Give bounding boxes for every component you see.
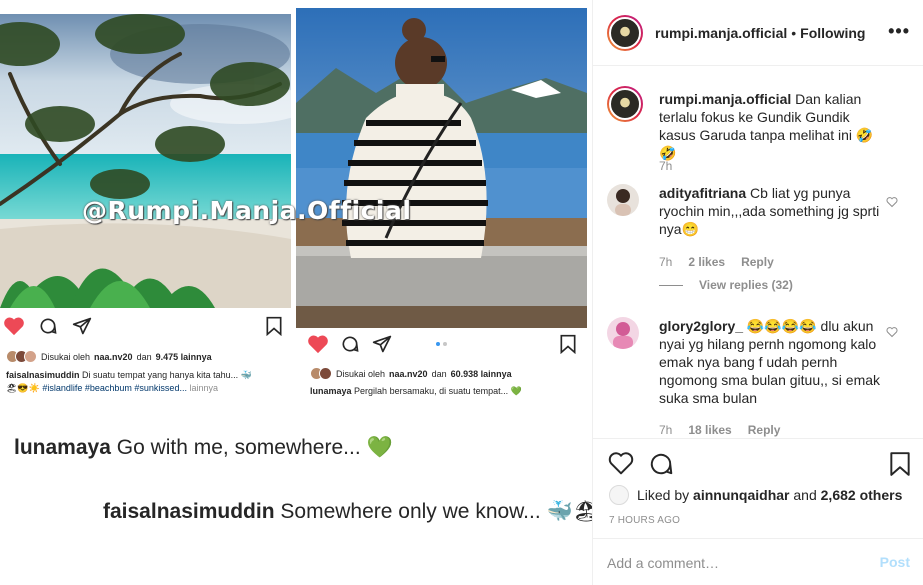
liked-by-and: dan bbox=[136, 351, 152, 362]
comment-item: glory2glory_ 😂😂😂😂 dlu akun nyai yg hilan… bbox=[607, 317, 912, 437]
big-comment-user: faisalnasimuddin bbox=[103, 500, 275, 523]
liked-by-user: naa.nv20 bbox=[94, 351, 133, 362]
comment-time: 7h bbox=[659, 423, 673, 437]
post-header: rumpi.manja.official • Following ••• bbox=[593, 0, 923, 66]
commenter-avatar[interactable] bbox=[607, 184, 639, 216]
view-replies-button[interactable]: View replies (32) bbox=[659, 278, 793, 292]
carousel-dots-icon bbox=[436, 342, 447, 346]
post-image[interactable]: @Rumpi.Manja.Official Disukai oleh naa.n… bbox=[0, 0, 592, 585]
liker-avatars bbox=[6, 350, 37, 363]
following-button[interactable]: Following bbox=[800, 25, 865, 41]
comment-meta: 7h 18 likes Reply bbox=[659, 423, 780, 437]
right-post-actions bbox=[307, 334, 579, 360]
liked-by-count: 60.938 lainnya bbox=[450, 368, 512, 379]
big-comment-1: lunamaya Go with me, somewhere... 💚 bbox=[14, 436, 393, 460]
caption-user: lunamaya bbox=[310, 386, 352, 396]
comments-list[interactable]: rumpi.manja.official Dan kalian terlalu … bbox=[593, 67, 923, 437]
comment-username[interactable]: glory2glory_ bbox=[659, 318, 743, 334]
header-separator: • bbox=[791, 24, 797, 41]
add-comment-bar: Post bbox=[593, 538, 923, 585]
liked-by-and: dan bbox=[431, 368, 447, 379]
replies-divider bbox=[659, 284, 683, 286]
share-icon bbox=[372, 335, 392, 353]
liked-by: Liked by ainnunqaidhar and 2,682 others bbox=[609, 485, 902, 505]
heart-icon bbox=[4, 317, 24, 336]
comment-time: 7h bbox=[659, 255, 673, 269]
view-replies-label: View replies (32) bbox=[699, 278, 793, 292]
author-username[interactable]: rumpi.manja.official bbox=[655, 25, 787, 41]
bookmark-icon bbox=[266, 316, 282, 336]
post-timestamp[interactable]: 7 HOURS AGO bbox=[609, 515, 680, 526]
big-comment-user: lunamaya bbox=[14, 436, 111, 459]
heart-icon bbox=[308, 335, 328, 354]
author-avatar[interactable] bbox=[607, 14, 643, 51]
post-caption: rumpi.manja.official Dan kalian terlalu … bbox=[607, 86, 912, 186]
comment-body: glory2glory_ 😂😂😂😂 dlu akun nyai yg hilan… bbox=[659, 317, 884, 407]
right-post-caption: lunamaya Pergilah bersamaku, di suatu te… bbox=[310, 386, 522, 397]
liker-avatar[interactable] bbox=[609, 485, 629, 505]
bookmark-icon bbox=[560, 334, 576, 354]
caption-username[interactable]: rumpi.manja.official bbox=[659, 91, 791, 107]
left-post-caption-line2: 🏖😎☀️ #islandlife #beachbum #sunkissed...… bbox=[6, 383, 218, 394]
caption-text: Di suatu tempat yang hanya kita tahu... … bbox=[82, 370, 252, 380]
post-panel: rumpi.manja.official • Following ••• rum… bbox=[592, 0, 923, 585]
right-post-liked-by: Disukai oleh naa.nv20 dan 60.938 lainnya bbox=[310, 367, 512, 380]
comment-meta: 7h 2 likes Reply bbox=[659, 255, 774, 269]
comment-body: adityafitriana Cb liat yg punya ryochin … bbox=[659, 184, 884, 238]
comment-likes[interactable]: 2 likes bbox=[688, 255, 725, 269]
caption-text: Pergilah bersamaku, di suatu tempat... 💚 bbox=[354, 386, 522, 396]
bookmark-icon[interactable] bbox=[889, 451, 911, 477]
caption-body: rumpi.manja.official Dan kalian terlalu … bbox=[659, 90, 884, 162]
share-icon bbox=[72, 317, 92, 335]
caption-more: lainnya bbox=[189, 383, 218, 393]
comment-icon[interactable] bbox=[648, 451, 674, 477]
post-button[interactable]: Post bbox=[880, 554, 910, 570]
lake-photo bbox=[296, 8, 587, 328]
more-options-icon[interactable]: ••• bbox=[888, 22, 910, 40]
big-comment-text: Go with me, somewhere... 💚 bbox=[116, 436, 393, 459]
comment-icon bbox=[342, 336, 359, 352]
left-post-actions bbox=[2, 316, 288, 342]
liked-by-user: naa.nv20 bbox=[389, 368, 428, 379]
like-comment-icon[interactable] bbox=[886, 196, 898, 208]
caption-hashtags: #islandlife #beachbum #sunkissed... bbox=[42, 383, 187, 393]
comment-input[interactable] bbox=[607, 552, 867, 574]
like-comment-icon[interactable] bbox=[886, 326, 898, 338]
caption-user: faisalnasimuddin bbox=[6, 370, 80, 380]
liked-prefix: Liked by bbox=[637, 487, 690, 503]
liked-user[interactable]: ainnunqaidhar bbox=[693, 487, 789, 503]
liked-by-prefix: Disukai oleh bbox=[336, 368, 386, 379]
comment-icon bbox=[40, 318, 57, 334]
caption-meta: 7h bbox=[659, 159, 672, 173]
watermark-text: @Rumpi.Manja.Official bbox=[82, 196, 412, 225]
caption-emoji: 🏖😎☀️ bbox=[6, 383, 40, 393]
comment-item: adityafitriana Cb liat yg punya ryochin … bbox=[607, 184, 912, 304]
beach-photo bbox=[0, 14, 291, 308]
liked-by-prefix: Disukai oleh bbox=[41, 351, 91, 362]
liked-by-count: 9.475 lainnya bbox=[155, 351, 212, 362]
left-post-caption: faisalnasimuddin Di suatu tempat yang ha… bbox=[6, 370, 252, 381]
commenter-avatar[interactable] bbox=[607, 317, 639, 349]
caption-time: 7h bbox=[659, 159, 673, 173]
left-post-liked-by: Disukai oleh naa.nv20 dan 9.475 lainnya bbox=[6, 350, 212, 363]
reply-button[interactable]: Reply bbox=[748, 423, 781, 437]
heart-icon[interactable] bbox=[608, 451, 634, 475]
big-comment-text: Somewhere only we know... 🐳🏖😎 bbox=[280, 500, 592, 523]
liker-avatars bbox=[310, 367, 332, 380]
liked-and: and bbox=[793, 487, 817, 503]
big-comment-2: faisalnasimuddin Somewhere only we know.… bbox=[103, 500, 592, 524]
reply-button[interactable]: Reply bbox=[741, 255, 774, 269]
comment-likes[interactable]: 18 likes bbox=[688, 423, 731, 437]
liked-count[interactable]: 2,682 others bbox=[821, 487, 903, 503]
author-avatar[interactable] bbox=[607, 86, 643, 122]
comment-username[interactable]: adityafitriana bbox=[659, 185, 746, 201]
post-actions bbox=[593, 438, 923, 488]
